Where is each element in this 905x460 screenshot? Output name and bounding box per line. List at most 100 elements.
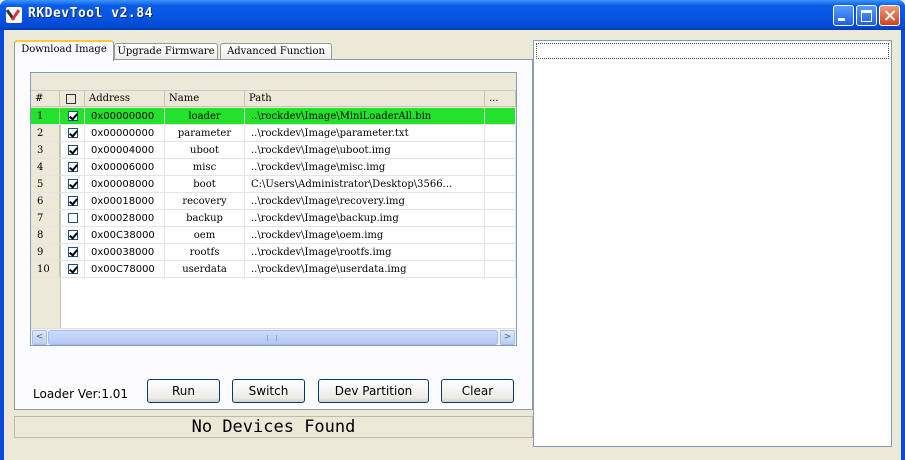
horizontal-scrollbar[interactable]: < > [31, 328, 516, 345]
table-row[interactable]: 10 0x00C78000 userdata ..\rockdev\Image\use… [31, 261, 516, 278]
clear-button[interactable]: Clear [441, 379, 514, 403]
row-name[interactable]: oem [165, 227, 245, 244]
tab-advanced-function[interactable]: Advanced Function [220, 43, 332, 60]
switch-button[interactable]: Switch [232, 379, 305, 403]
row-name[interactable]: userdata [165, 261, 245, 278]
scrollbar-thumb[interactable] [48, 330, 498, 345]
row-address[interactable]: 0x00006000 [85, 159, 165, 176]
row-address[interactable]: 0x00028000 [85, 210, 165, 227]
row-name[interactable]: rootfs [165, 244, 245, 261]
row-checkbox-cell[interactable] [60, 193, 85, 210]
row-more[interactable] [485, 261, 516, 278]
row-index: 9 [31, 244, 60, 261]
dev-partition-button[interactable]: Dev Partition [318, 379, 429, 403]
row-checkbox[interactable] [68, 213, 78, 223]
row-path[interactable]: ..\rockdev\Image\parameter.txt [245, 125, 485, 142]
row-name[interactable]: boot [165, 176, 245, 193]
row-name[interactable]: loader [165, 108, 245, 125]
table-row[interactable]: 3 0x00004000 uboot ..\rockdev\Image\uboot.i… [31, 142, 516, 159]
row-more[interactable] [485, 108, 516, 125]
row-name[interactable]: backup [165, 210, 245, 227]
row-checkbox[interactable] [68, 162, 78, 172]
row-address[interactable]: 0x00C78000 [85, 261, 165, 278]
row-checkbox[interactable] [68, 247, 78, 257]
header-select-all[interactable] [60, 91, 85, 107]
scrollbar-grip-icon [267, 335, 277, 341]
row-more[interactable] [485, 142, 516, 159]
close-button[interactable] [879, 5, 900, 26]
table-row[interactable]: 2 0x00000000 parameter ..\rockdev\Image\par… [31, 125, 516, 142]
row-name[interactable]: uboot [165, 142, 245, 159]
table-row[interactable]: 5 0x00008000 boot C:\Users\Administrator\De… [31, 176, 516, 193]
row-more[interactable] [485, 227, 516, 244]
row-name[interactable]: recovery [165, 193, 245, 210]
row-path[interactable]: ..\rockdev\Image\rootfs.img [245, 244, 485, 261]
row-checkbox-cell[interactable] [60, 261, 85, 278]
row-address[interactable]: 0x00000000 [85, 125, 165, 142]
header-name[interactable]: Name [165, 91, 245, 107]
row-path[interactable]: ..\rockdev\Image\oem.img [245, 227, 485, 244]
table-row[interactable]: 8 0x00C38000 oem ..\rockdev\Image\oem.img [31, 227, 516, 244]
row-more[interactable] [485, 244, 516, 261]
minimize-button[interactable] [833, 5, 854, 26]
row-checkbox-cell[interactable] [60, 244, 85, 261]
title-bar[interactable]: RKDevTool v2.84 [0, 0, 905, 30]
row-name[interactable]: misc [165, 159, 245, 176]
row-address[interactable]: 0x00000000 [85, 108, 165, 125]
row-path[interactable]: ..\rockdev\Image\uboot.img [245, 142, 485, 159]
table-row[interactable]: 6 0x00018000 recovery ..\rockdev\Image\reco… [31, 193, 516, 210]
row-checkbox-cell[interactable] [60, 210, 85, 227]
header-index[interactable]: # [31, 91, 60, 107]
row-checkbox[interactable] [68, 264, 78, 274]
tab-download-image[interactable]: Download Image [14, 40, 114, 61]
row-path[interactable]: ..\rockdev\Image\misc.img [245, 159, 485, 176]
table-row[interactable]: 1 0x00000000 loader ..\rockdev\Image\MiniLo… [31, 108, 516, 125]
row-more[interactable] [485, 159, 516, 176]
scroll-right-button[interactable]: > [500, 330, 515, 345]
header-more[interactable]: ... [485, 91, 516, 107]
row-address[interactable]: 0x00004000 [85, 142, 165, 159]
image-list[interactable]: # Address Name Path ... 1 0x00000000 loade… [30, 72, 517, 346]
row-index: 4 [31, 159, 60, 176]
header-address[interactable]: Address [85, 91, 165, 107]
row-address[interactable]: 0x00018000 [85, 193, 165, 210]
row-checkbox[interactable] [68, 145, 78, 155]
log-output-panel[interactable] [533, 40, 892, 447]
row-checkbox[interactable] [68, 111, 78, 121]
app-icon [6, 7, 22, 23]
row-more[interactable] [485, 193, 516, 210]
row-checkbox[interactable] [68, 179, 78, 189]
row-checkbox-cell[interactable] [60, 227, 85, 244]
table-row[interactable]: 9 0x00038000 rootfs ..\rockdev\Image\rootfs… [31, 244, 516, 261]
row-index: 10 [31, 261, 60, 278]
table-row[interactable]: 7 0x00028000 backup ..\rockdev\Image\backup… [31, 210, 516, 227]
row-address[interactable]: 0x00008000 [85, 176, 165, 193]
row-more[interactable] [485, 125, 516, 142]
header-path[interactable]: Path [245, 91, 485, 107]
row-path[interactable]: ..\rockdev\Image\userdata.img [245, 261, 485, 278]
row-checkbox[interactable] [68, 230, 78, 240]
row-checkbox[interactable] [68, 196, 78, 206]
row-checkbox[interactable] [68, 128, 78, 138]
row-index: 6 [31, 193, 60, 210]
row-checkbox-cell[interactable] [60, 142, 85, 159]
row-path[interactable]: ..\rockdev\Image\recovery.img [245, 193, 485, 210]
row-path[interactable]: ..\rockdev\Image\MiniLoaderAll.bin [245, 108, 485, 125]
row-address[interactable]: 0x00038000 [85, 244, 165, 261]
row-checkbox-cell[interactable] [60, 159, 85, 176]
row-checkbox-cell[interactable] [60, 176, 85, 193]
row-path[interactable]: C:\Users\Administrator\Desktop\3566... [245, 176, 485, 193]
scroll-left-button[interactable]: < [32, 330, 47, 345]
tab-upgrade-firmware[interactable]: Upgrade Firmware [114, 43, 218, 60]
row-more[interactable] [485, 210, 516, 227]
maximize-button[interactable] [856, 5, 877, 26]
run-button[interactable]: Run [147, 379, 220, 403]
row-path[interactable]: ..\rockdev\Image\backup.img [245, 210, 485, 227]
row-more[interactable] [485, 176, 516, 193]
row-checkbox-cell[interactable] [60, 108, 85, 125]
table-row[interactable]: 4 0x00006000 misc ..\rockdev\Image\misc.img [31, 159, 516, 176]
select-all-checkbox[interactable] [66, 94, 76, 104]
row-name[interactable]: parameter [165, 125, 245, 142]
row-checkbox-cell[interactable] [60, 125, 85, 142]
row-address[interactable]: 0x00C38000 [85, 227, 165, 244]
